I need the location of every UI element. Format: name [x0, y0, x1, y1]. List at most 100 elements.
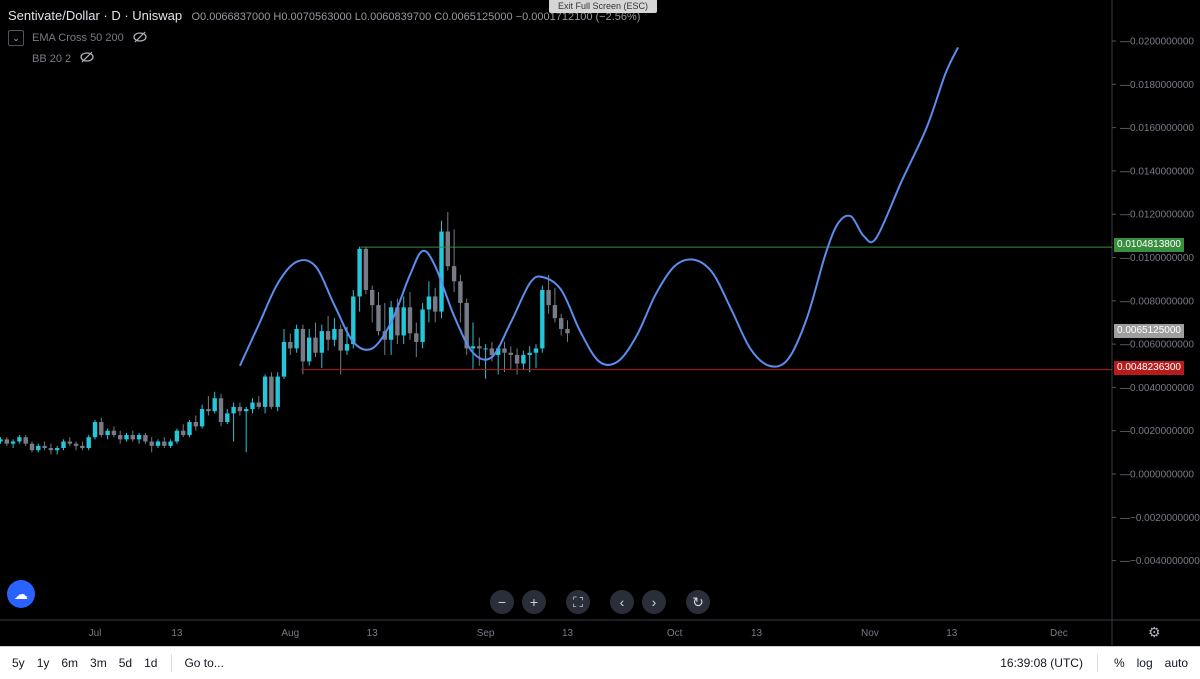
candle-body — [244, 409, 249, 412]
candle-body — [23, 437, 28, 444]
candle-body — [36, 445, 41, 451]
fullscreen-button[interactable]: ⛶ — [566, 590, 590, 614]
scroll-left-button[interactable]: ‹ — [610, 590, 634, 614]
candle-body — [124, 435, 129, 440]
clock-time[interactable]: 16:39:08 (UTC) — [1000, 656, 1083, 670]
range-1d-button[interactable]: 1d — [144, 656, 157, 670]
candle-body — [55, 448, 60, 451]
bottom-toolbar: 5y 1y 6m 3m 5d 1d Go to... 16:39:08 (UTC… — [0, 646, 1200, 679]
candle-body — [193, 422, 198, 427]
candle-body — [508, 352, 513, 355]
y-tick-label: —0.0100000000 — [1120, 253, 1194, 264]
candle-body — [67, 441, 72, 444]
candle-body — [527, 352, 532, 355]
range-5d-button[interactable]: 5d — [119, 656, 132, 670]
last-price-tag: 0.0065125000 — [1114, 324, 1184, 338]
projection-curve — [238, 47, 959, 368]
eye-hidden-icon[interactable] — [79, 51, 95, 66]
chart-area[interactable]: —0.0200000000 —0.0180000000 —0.0160000000 —… — [0, 0, 1200, 645]
candle-body — [376, 305, 381, 332]
candle-body — [483, 348, 488, 350]
x-tick-label: Sep — [477, 628, 495, 639]
candle-body — [206, 409, 211, 412]
candle-body — [546, 289, 551, 306]
candle-body — [433, 296, 438, 312]
indicator-ema-cross[interactable]: ⌄ EMA Cross 50 200 — [8, 30, 148, 46]
y-tick-label: —0.0200000000 — [1120, 37, 1194, 48]
candle-body — [237, 406, 243, 412]
symbol-title[interactable]: Sentivate/Dollar · D · Uniswap — [8, 8, 182, 23]
candle-body — [212, 398, 217, 412]
x-tick-label: Jul — [89, 628, 102, 639]
candle-body — [533, 348, 539, 353]
range-6m-button[interactable]: 6m — [61, 656, 78, 670]
candle-body — [42, 445, 47, 449]
chevron-down-icon[interactable]: ⌄ — [8, 30, 24, 46]
candle-body — [162, 441, 167, 446]
candle-body — [313, 337, 318, 353]
candle-body — [118, 435, 123, 440]
zoom-out-button[interactable]: − — [490, 590, 514, 614]
y-tick-label: —0.0160000000 — [1120, 123, 1194, 134]
y-tick-label: —0.0000000000 — [1120, 470, 1194, 481]
percent-toggle[interactable]: % — [1114, 656, 1125, 670]
x-tick-label: 13 — [171, 628, 183, 639]
candle-body — [48, 448, 54, 451]
indicator-label: BB 20 2 — [32, 52, 72, 65]
candle-body — [199, 409, 205, 427]
candle-body — [168, 441, 173, 446]
gear-icon[interactable]: ⚙ — [1148, 624, 1161, 641]
exit-fullscreen-tooltip[interactable]: Exit Full Screen (ESC) — [549, 0, 657, 13]
y-tick-label: —−0.0020000000 — [1120, 513, 1200, 524]
candle-body — [458, 281, 463, 303]
symbol-legend: Sentivate/Dollar · D · Uniswap O0.006683… — [8, 8, 640, 23]
y-tick-label: —0.0140000000 — [1120, 166, 1194, 177]
y-tick-label: —0.0080000000 — [1120, 296, 1194, 307]
candle-body — [325, 331, 331, 340]
candle-body — [489, 348, 495, 355]
x-tick-label: 13 — [751, 628, 763, 639]
y-tick-label: —0.0180000000 — [1120, 80, 1194, 91]
zoom-in-button[interactable]: + — [522, 590, 546, 614]
x-tick-label: 13 — [367, 628, 379, 639]
eye-hidden-icon[interactable] — [132, 31, 148, 46]
candle-body — [552, 305, 558, 319]
reset-chart-button[interactable]: ↻ — [686, 590, 710, 614]
candle-body — [136, 435, 142, 440]
scroll-right-button[interactable]: › — [642, 590, 666, 614]
candle-body — [86, 437, 91, 449]
log-toggle[interactable]: log — [1137, 656, 1153, 670]
y-tick-label: —−0.0040000000 — [1120, 556, 1200, 567]
chart-canvas[interactable]: —0.0200000000 —0.0180000000 —0.0160000000 —… — [0, 0, 1200, 645]
candle-body — [363, 248, 369, 290]
candle-body — [225, 413, 230, 423]
indicator-bb[interactable]: BB 20 2 — [32, 51, 95, 66]
range-5y-button[interactable]: 5y — [12, 656, 25, 670]
tradingview-logo-icon[interactable]: ☁ — [7, 580, 35, 608]
y-tick-label: —0.0040000000 — [1120, 383, 1194, 394]
candle-body — [502, 348, 507, 353]
candle-body — [269, 376, 274, 407]
candle-body — [187, 422, 192, 436]
x-tick-label: Oct — [667, 628, 683, 639]
candle-body — [451, 266, 457, 282]
candle-body — [439, 231, 444, 312]
range-1y-button[interactable]: 1y — [37, 656, 50, 670]
candle-body — [231, 406, 236, 414]
candle-body — [143, 435, 148, 442]
candle-body — [174, 430, 180, 442]
support-price-tag: 0.0048236300 — [1114, 361, 1184, 375]
range-3m-button[interactable]: 3m — [90, 656, 107, 670]
auto-toggle[interactable]: auto — [1165, 656, 1188, 670]
goto-button[interactable]: Go to... — [184, 656, 223, 670]
candle-body — [420, 309, 425, 342]
candle-body — [99, 422, 104, 436]
candle-body — [0, 439, 3, 442]
x-tick-label: Aug — [281, 628, 299, 639]
candle-body — [521, 354, 526, 364]
candle-body — [338, 328, 343, 351]
candle-body — [111, 430, 117, 436]
candle-body — [319, 331, 324, 353]
candle-body — [357, 248, 362, 297]
y-tick-label: —0.0020000000 — [1120, 426, 1194, 437]
